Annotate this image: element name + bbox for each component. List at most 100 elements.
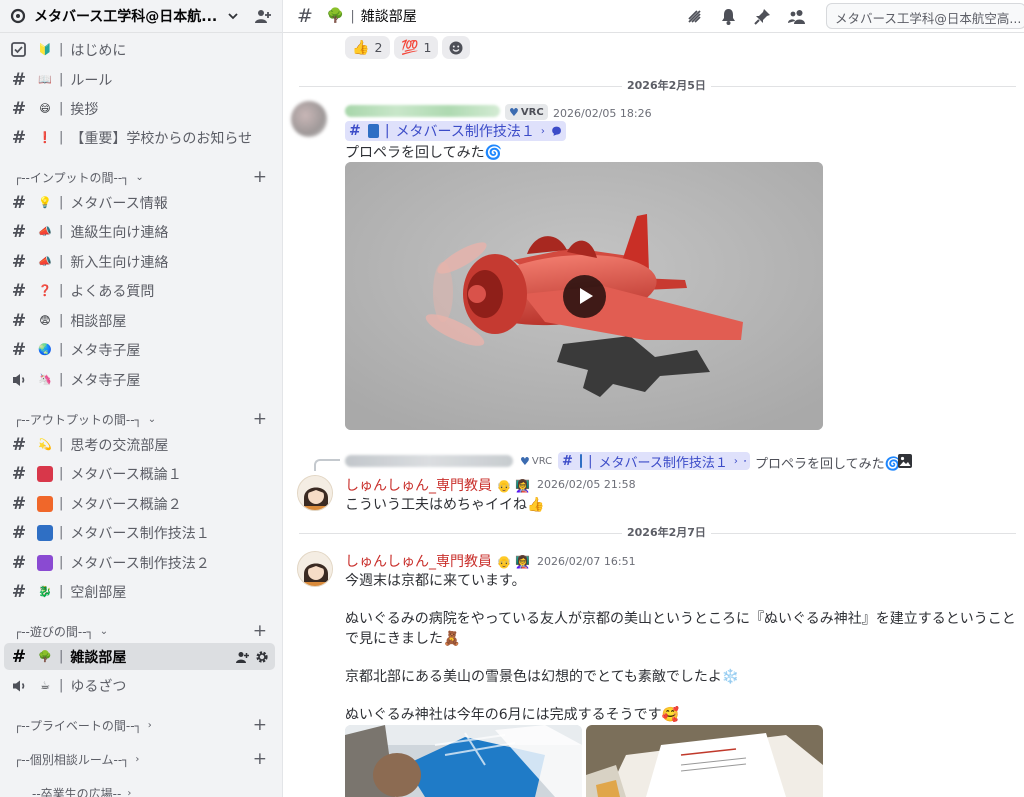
reaction-hundred[interactable]: 💯 1 — [394, 36, 438, 59]
channel-label: 新入生向け連絡 — [70, 254, 169, 271]
pin-icon[interactable] — [753, 7, 772, 26]
purple-square-icon — [37, 554, 53, 571]
category-private[interactable]: ┌--プライベートの間--┐ › + — [14, 715, 275, 735]
channel-emoji: 💫 — [38, 438, 52, 451]
channel-emoji: ❗ — [38, 131, 52, 144]
hash-thread-icon: # — [11, 221, 27, 242]
gear-icon[interactable] — [255, 650, 269, 664]
author-name[interactable]: しゅんしゅん_専門教員 👴 👩‍🏫 — [345, 551, 530, 571]
author-role-icons: 👴 👩‍🏫 — [496, 555, 531, 569]
category-label: ┌--遊びの間--┐ — [14, 624, 94, 639]
message-timestamp[interactable]: 2026/02/05 18:26 — [553, 107, 652, 120]
orange-square-icon — [37, 495, 53, 512]
channel-meta-terakoya[interactable]: # 🌏 | メタ寺子屋 — [4, 336, 275, 363]
chevron-right-icon: › — [135, 753, 140, 765]
category-label: ┌--アウトプットの間--┐ — [14, 412, 142, 427]
channel-separator: | — [59, 372, 64, 387]
channel-separator: | — [59, 195, 64, 210]
channel-label: はじめに — [70, 42, 127, 59]
channel-faq[interactable]: # ❓ | よくある質問 — [4, 277, 275, 304]
channel-emoji: 🌳 — [326, 8, 345, 24]
avatar[interactable] — [297, 551, 333, 587]
reaction-thumbs-up[interactable]: 👍 2 — [345, 36, 390, 59]
server-settings-icon — [10, 8, 26, 24]
channel-sky-creation[interactable]: # 🐉 | 空創部屋 — [4, 578, 275, 605]
channel-advancing-students[interactable]: # 📣 | 進級生向け連絡 — [4, 218, 275, 245]
search-input[interactable]: メタバース工学科@日本航空高... — [826, 3, 1024, 29]
add-channel-icon[interactable]: + — [253, 167, 267, 187]
reply-channel-mention[interactable]: # | メタバース制作技法１ › — [558, 452, 750, 471]
channel-metaverse-info[interactable]: # 💡 | メタバース情報 — [4, 189, 275, 216]
channel-important-notice[interactable]: # ❗ | 【重要】学校からのお知らせ — [4, 124, 275, 151]
add-reaction-button[interactable] — [442, 36, 470, 59]
photo-attachment-snow-shrine[interactable] — [345, 725, 582, 797]
play-button[interactable] — [563, 275, 606, 318]
message-timestamp[interactable]: 2026/02/05 21:58 — [537, 478, 636, 491]
category-individual-consultation[interactable]: ┌--個別相談ルーム--┐ › + — [14, 749, 275, 769]
username-redacted[interactable] — [345, 105, 500, 117]
channel-separator: | — [588, 453, 593, 469]
hash-icon: # — [11, 646, 27, 667]
add-channel-icon[interactable]: + — [253, 715, 267, 735]
invite-people-icon[interactable] — [254, 7, 272, 25]
invite-icon[interactable] — [235, 650, 249, 664]
channel-yuruzatsu[interactable]: ☕ | ゆるざつ — [4, 672, 275, 699]
add-channel-icon[interactable]: + — [253, 621, 267, 641]
channel-metaverse-intro-2[interactable]: # | メタバース概論２ — [4, 490, 275, 517]
add-channel-icon[interactable]: + — [253, 409, 267, 429]
video-attachment[interactable] — [345, 162, 823, 430]
channel-rules[interactable]: # 📖 | ルール — [4, 66, 275, 93]
date-divider-label: 2026年2月5日 — [622, 79, 711, 93]
chevron-right-icon: › — [733, 455, 738, 467]
channel-label: 思考の交流部屋 — [70, 437, 169, 454]
avatar[interactable] — [291, 101, 327, 137]
category-input[interactable]: ┌--インプットの間--┐ ⌄ + — [14, 167, 275, 187]
hash-icon: # — [11, 463, 27, 484]
channel-header: # 🌳 | 雑談部屋 メタバース工学科@日本航空高... — [283, 0, 1024, 33]
channel-hajimeni[interactable]: 🔰 | はじめに — [4, 36, 275, 63]
hash-icon: # — [11, 581, 27, 602]
channel-thought-exchange[interactable]: # 💫 | 思考の交流部屋 — [4, 431, 275, 458]
hash-thread-icon: # — [11, 339, 27, 360]
channel-separator: | — [59, 130, 64, 145]
message-timestamp[interactable]: 2026/02/07 16:51 — [537, 555, 636, 568]
threads-icon[interactable] — [685, 7, 704, 26]
photo-attachment-documents[interactable] — [586, 725, 823, 797]
channel-new-students[interactable]: # 📣 | 新入生向け連絡 — [4, 248, 275, 275]
bell-icon[interactable] — [719, 7, 738, 26]
channel-consultation[interactable]: # 😨 | 相談部屋 — [4, 307, 275, 334]
stage-channel-icon — [13, 373, 25, 386]
channel-mention[interactable]: # | メタバース制作技法１ › — [345, 121, 566, 141]
avatar[interactable] — [297, 475, 333, 511]
replied-username-redacted[interactable] — [345, 455, 513, 467]
teacher-avatar-illustration — [298, 552, 332, 586]
member-list-icon[interactable] — [787, 7, 806, 26]
add-channel-icon[interactable]: + — [253, 749, 267, 769]
channel-title: 雑談部屋 — [360, 9, 417, 25]
channel-separator: | — [59, 678, 64, 693]
channel-meta-terakoya-stage[interactable]: 🦄 | メタ寺子屋 — [4, 366, 275, 393]
badge-label: VRC — [520, 106, 544, 118]
server-header[interactable]: メタバース工学科@日本航... — [0, 0, 282, 33]
documents-image — [586, 725, 823, 797]
channel-label: メタ寺子屋 — [70, 372, 141, 389]
channel-label: 進級生向け連絡 — [70, 224, 169, 241]
message-line: ぬいぐるみの病院をやっている友人が京都の美山というところに『ぬいぐるみ神社』を建… — [345, 611, 1016, 627]
category-play[interactable]: ┌--遊びの間--┐ ⌄ + — [14, 621, 275, 641]
chevron-down-icon[interactable] — [227, 10, 239, 22]
channel-separator: | — [59, 42, 64, 57]
reply-preview-text[interactable]: プロペラを回してみた🌀 — [755, 453, 901, 472]
author-name[interactable]: しゅんしゅん_専門教員 👴 👩‍🏫 — [345, 475, 530, 495]
category-alumni[interactable]: --卒業生の広場-- › — [32, 783, 282, 797]
channel-greeting[interactable]: # 😄 | 挨拶 — [4, 95, 275, 122]
thread-bubble-icon — [552, 126, 561, 136]
category-output[interactable]: ┌--アウトプットの間--┐ ⌄ + — [14, 409, 275, 429]
vrc-badge: ♥ VRC — [505, 104, 548, 120]
channel-chat-room[interactable]: # 🌳 | 雑談部屋 — [4, 643, 275, 670]
channel-metaverse-production-1[interactable]: # | メタバース制作技法１ — [4, 519, 275, 546]
author-label: しゅんしゅん_専門教員 — [345, 554, 492, 570]
channel-metaverse-intro-1[interactable]: # | メタバース概論１ — [4, 460, 275, 487]
red-square-icon — [37, 465, 53, 482]
channel-metaverse-production-2[interactable]: # | メタバース制作技法２ — [4, 549, 275, 576]
smiley-add-icon — [449, 41, 463, 54]
